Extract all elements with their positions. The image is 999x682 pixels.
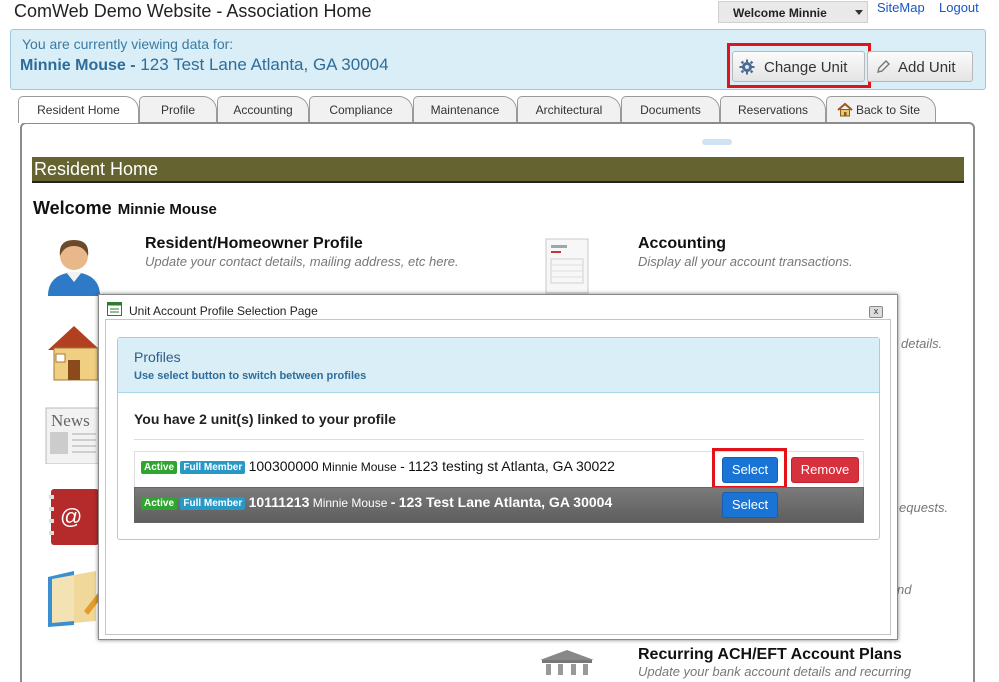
select-unit-button[interactable]: Select (722, 492, 778, 518)
profile-item-title[interactable]: Resident/Homeowner Profile (145, 235, 363, 253)
open-book-icon (48, 571, 102, 627)
tab-compliance[interactable]: Compliance (309, 96, 413, 122)
loading-indicator (702, 139, 732, 145)
tab-maintenance[interactable]: Maintenance (413, 96, 517, 122)
welcome-user-name: Minnie (788, 6, 827, 20)
tab-documents[interactable]: Documents (621, 96, 720, 122)
recurring-ach-item-title[interactable]: Recurring ACH/EFT Account Plans (638, 646, 902, 664)
invoice-icon (545, 238, 589, 294)
unit-account-number: 100300000 (248, 458, 319, 474)
linked-units-text: You have 2 unit(s) linked to your profil… (134, 411, 396, 427)
accounting-item-desc: Display all your account transactions. (638, 254, 853, 269)
unit-owner-name: Minnie Mouse (322, 460, 397, 474)
divider (134, 439, 864, 440)
membership-badge: Full Member (180, 461, 246, 475)
unit-account-number: 10111213 (248, 494, 310, 510)
bank-icon (540, 650, 594, 675)
tab-back-to-site[interactable]: Back to Site (826, 96, 936, 122)
profiles-panel-title: Profiles (134, 349, 181, 365)
pencil-icon (877, 60, 890, 73)
accounting-item-title[interactable]: Accounting (638, 235, 726, 253)
unit-row: Active Full Member 100300000 Minnie Mous… (134, 448, 864, 489)
site-title: ComWeb Demo Website - Association Home (14, 1, 372, 21)
user-avatar-icon (48, 240, 100, 296)
membership-badge: Full Member (180, 497, 246, 511)
add-unit-label: Add Unit (898, 59, 956, 76)
item-desc-fragment: equests. (899, 500, 949, 515)
item-desc-fragment: details. (901, 336, 943, 351)
modal-title: Unit Account Profile Selection Page (129, 304, 318, 318)
unit-address: 123 Test Lane Atlanta, GA 30004 (398, 494, 613, 510)
tab-profile[interactable]: Profile (139, 96, 217, 122)
profiles-panel-header: Profiles Use select button to switch bet… (118, 338, 879, 393)
profiles-panel: Profiles Use select button to switch bet… (117, 337, 880, 540)
welcome-label: Welcome (733, 6, 786, 20)
gear-icon (739, 59, 755, 75)
profile-item-desc: Update your contact details, mailing add… (145, 254, 459, 269)
unit-row-text: Active Full Member 10111213 Minnie Mouse… (141, 494, 613, 511)
current-owner: Minnie Mouse - (20, 57, 136, 74)
current-address: 123 Test Lane Atlanta, GA 30004 (140, 55, 389, 74)
select-unit-button[interactable]: Select (722, 457, 778, 483)
window-icon (107, 302, 122, 316)
viewing-label: You are currently viewing data for: (22, 36, 234, 52)
svg-text:News: News (51, 411, 90, 430)
remove-unit-button[interactable]: Remove (791, 457, 859, 483)
address-book-icon: @ (49, 489, 99, 545)
modal-body: Profiles Use select button to switch bet… (105, 319, 891, 635)
sitemap-link[interactable]: SiteMap (877, 0, 925, 15)
welcome-user-dropdown[interactable]: Welcome Minnie (718, 1, 868, 23)
unit-address: 1123 testing st Atlanta, GA 30022 (408, 458, 615, 474)
unit-owner-name: Minnie Mouse (312, 496, 388, 510)
recurring-ach-item-desc: Update your bank account details and rec… (638, 664, 912, 679)
item-desc-fragment: nd (897, 582, 912, 597)
unit-separator: - (400, 458, 405, 474)
welcome-heading-name: Minnie Mouse (117, 201, 217, 218)
home-icon (837, 102, 853, 117)
welcome-heading: Welcome Minnie Mouse (33, 198, 217, 219)
tab-accounting[interactable]: Accounting (217, 96, 309, 122)
unit-row-text: Active Full Member 100300000 Minnie Mous… (141, 458, 615, 475)
unit-selection-modal: Unit Account Profile Selection Page x Pr… (98, 294, 898, 640)
newsletter-icon: News (45, 407, 100, 464)
current-unit: Minnie Mouse - 123 Test Lane Atlanta, GA… (20, 55, 389, 75)
unit-separator: - (390, 494, 396, 510)
tab-reservations[interactable]: Reservations (720, 96, 826, 122)
section-title: Resident Home (32, 157, 964, 183)
chevron-down-icon (855, 10, 863, 15)
svg-text:@: @ (60, 504, 82, 529)
house-icon (48, 326, 100, 381)
welcome-heading-label: Welcome (33, 198, 112, 218)
add-unit-button[interactable]: Add Unit (867, 51, 973, 82)
change-unit-label: Change Unit (764, 59, 848, 76)
close-icon[interactable]: x (869, 306, 883, 318)
tab-architectural[interactable]: Architectural (517, 96, 621, 122)
status-badge: Active (141, 461, 178, 475)
change-unit-button[interactable]: Change Unit (732, 51, 865, 82)
nav-tabs: Resident Home Profile Accounting Complia… (18, 96, 976, 124)
tab-resident-home[interactable]: Resident Home (18, 96, 139, 123)
unit-row-current: Active Full Member 10111213 Minnie Mouse… (134, 487, 864, 523)
status-badge: Active (141, 497, 178, 511)
logout-link[interactable]: Logout (939, 0, 979, 15)
profiles-panel-subtitle: Use select button to switch between prof… (134, 370, 367, 382)
